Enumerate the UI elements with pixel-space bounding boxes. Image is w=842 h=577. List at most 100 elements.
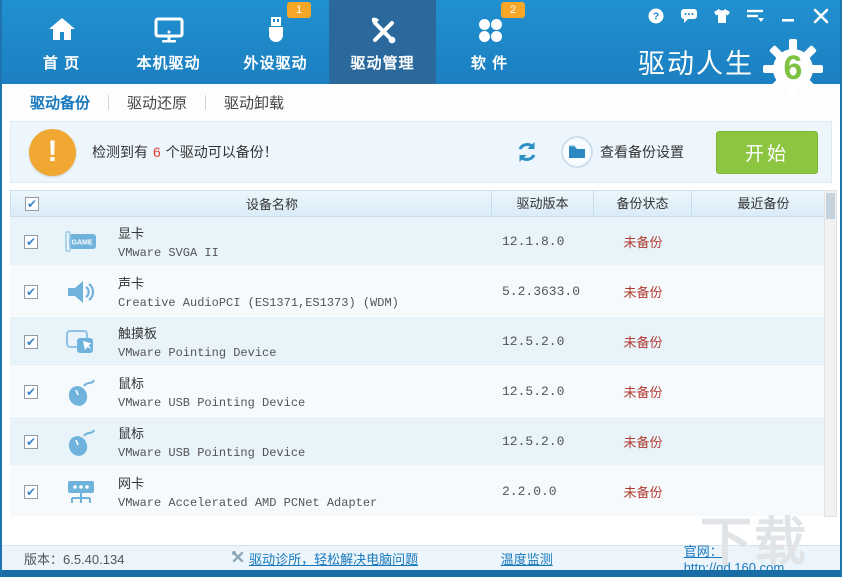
table-row-mouse[interactable]: ✔ 鼠标 VMware USB Pointing Device 12.5.2.0… xyxy=(10,367,836,417)
tab-driver-restore[interactable]: 驱动还原 xyxy=(109,92,205,113)
refresh-icon[interactable] xyxy=(515,140,539,164)
minimize-icon[interactable] xyxy=(779,8,797,24)
start-backup-button[interactable]: 开始 xyxy=(716,131,818,174)
nav-item-software[interactable]: 2 软 件 xyxy=(436,0,543,84)
device-type: 声卡 xyxy=(118,273,399,292)
mouse-icon xyxy=(64,375,98,409)
close-icon[interactable] xyxy=(812,8,830,24)
feedback-icon[interactable] xyxy=(680,8,698,24)
driver-clinic-link[interactable]: 驱动诊所，轻松解决电脑问题 xyxy=(249,549,418,568)
logo-version-number: 6 xyxy=(762,38,824,100)
nav-item-home[interactable]: 首 页 xyxy=(8,0,115,84)
row-checkbox[interactable]: ✔ xyxy=(24,385,38,399)
driver-version: 12.5.2.0 xyxy=(492,317,594,366)
row-checkbox[interactable]: ✔ xyxy=(24,435,38,449)
header-bar: 首 页 本机驱动 1 外设驱动 驱动管理 xyxy=(0,0,842,84)
backup-folder-icon[interactable] xyxy=(561,136,593,168)
column-header-backup-status[interactable]: 备份状态 xyxy=(593,191,691,216)
row-checkbox[interactable]: ✔ xyxy=(24,485,38,499)
help-icon[interactable]: ? xyxy=(647,8,665,24)
touchpad-icon xyxy=(64,325,98,359)
device-type: 触摸板 xyxy=(118,323,276,342)
device-type: 鼠标 xyxy=(118,373,305,392)
nav-label-software: 软 件 xyxy=(471,52,508,73)
nav-label-home: 首 页 xyxy=(43,52,80,73)
column-header-last-backup[interactable]: 最近备份 xyxy=(691,191,835,216)
table-row-graphics-card[interactable]: ✔ GAME 显卡 VMware SVGA II 12.1.8.0 未备份 xyxy=(10,217,836,267)
main-nav: 首 页 本机驱动 1 外设驱动 驱动管理 xyxy=(8,0,543,84)
column-header-driver-version[interactable]: 驱动版本 xyxy=(491,191,593,216)
alert-actions: 查看备份设置 开始 xyxy=(515,131,831,174)
driver-version: 12.1.8.0 xyxy=(492,217,594,266)
driver-version: 2.2.0.0 xyxy=(492,467,594,516)
device-type: 网卡 xyxy=(118,473,377,492)
last-backup xyxy=(692,367,836,416)
backup-status: 未备份 xyxy=(594,467,692,516)
usb-icon xyxy=(260,12,292,48)
table-row-sound-card[interactable]: ✔ 声卡 Creative AudioPCI (ES1371,ES1373) (… xyxy=(10,267,836,317)
scrollbar-thumb[interactable] xyxy=(826,193,835,219)
sub-tab-strip: 驱动备份 驱动还原 驱动卸载 xyxy=(2,84,840,121)
last-backup xyxy=(692,217,836,266)
alert-message-suffix: 个驱动可以备份！ xyxy=(166,144,278,160)
table-header-row: ✔ 设备名称 驱动版本 备份状态 最近备份 xyxy=(10,190,836,217)
app-logo-text: 驱动人生 xyxy=(638,42,754,81)
device-name: VMware Pointing Device xyxy=(118,346,276,360)
table-row-network-card[interactable]: ✔ 网卡 VMware Accelerated AMD PCNet Adapte… xyxy=(10,467,836,517)
backup-status: 未备份 xyxy=(594,417,692,466)
row-checkbox[interactable]: ✔ xyxy=(24,335,38,349)
alert-message: 检测到有6个驱动可以备份！ xyxy=(92,142,278,162)
row-checkbox[interactable]: ✔ xyxy=(24,235,38,249)
app-logo: 驱动人生 xyxy=(638,38,824,84)
view-backup-settings-link[interactable]: 查看备份设置 xyxy=(600,142,684,162)
nav-item-peripheral-drivers[interactable]: 1 外设驱动 xyxy=(222,0,329,84)
driver-count: 6 xyxy=(148,144,166,160)
nav-label-peripheral-drivers: 外设驱动 xyxy=(243,52,307,73)
driver-clinic-group: 驱动诊所，轻松解决电脑问题 xyxy=(231,549,501,568)
nav-label-driver-management: 驱动管理 xyxy=(350,52,414,73)
tools-icon xyxy=(366,12,400,48)
row-checkbox[interactable]: ✔ xyxy=(24,285,38,299)
device-name: Creative AudioPCI (ES1371,ES1373) (WDM) xyxy=(118,296,399,310)
device-name: VMware USB Pointing Device xyxy=(118,396,305,410)
nav-item-local-drivers[interactable]: 本机驱动 xyxy=(115,0,222,84)
mouse-icon xyxy=(64,425,98,459)
device-type: 鼠标 xyxy=(118,423,305,442)
network-card-icon xyxy=(64,475,98,509)
tab-driver-uninstall[interactable]: 驱动卸载 xyxy=(206,92,302,113)
device-name: VMware SVGA II xyxy=(118,246,219,260)
footer-bar: 版本：6.5.40.134 驱动诊所，轻松解决电脑问题 温度监测 官网：http… xyxy=(2,545,840,570)
table-row-mouse[interactable]: ✔ 鼠标 VMware USB Pointing Device 12.5.2.0… xyxy=(10,417,836,467)
nav-label-local-drivers: 本机驱动 xyxy=(136,52,200,73)
clinic-tools-icon xyxy=(231,550,245,567)
svg-text:?: ? xyxy=(653,12,659,23)
device-name: VMware USB Pointing Device xyxy=(118,446,305,460)
nav-item-driver-management[interactable]: 驱动管理 xyxy=(329,0,436,84)
warning-icon: ! xyxy=(29,129,76,176)
temperature-monitor-link[interactable]: 温度监测 xyxy=(501,552,553,567)
table-scrollbar[interactable] xyxy=(824,190,837,517)
backup-status: 未备份 xyxy=(594,267,692,316)
home-icon xyxy=(46,12,78,48)
driver-version: 12.5.2.0 xyxy=(492,367,594,416)
monitor-icon xyxy=(152,12,186,48)
tab-driver-backup[interactable]: 驱动备份 xyxy=(12,92,108,113)
app-window: 首 页 本机驱动 1 外设驱动 驱动管理 xyxy=(0,0,842,577)
apps-icon xyxy=(474,12,506,48)
device-name: VMware Accelerated AMD PCNet Adapter xyxy=(118,496,377,510)
svg-text:GAME: GAME xyxy=(72,239,93,246)
table-row-touchpad[interactable]: ✔ 触摸板 VMware Pointing Device 12.5.2.0 未备… xyxy=(10,317,836,367)
select-all-checkbox[interactable]: ✔ xyxy=(25,197,39,211)
alert-message-prefix: 检测到有 xyxy=(92,144,148,160)
menu-icon[interactable] xyxy=(746,8,764,24)
backup-status: 未备份 xyxy=(594,217,692,266)
sound-card-icon xyxy=(64,275,98,309)
software-badge-count: 2 xyxy=(501,2,525,18)
last-backup xyxy=(692,417,836,466)
driver-version: 12.5.2.0 xyxy=(492,417,594,466)
window-controls: ? xyxy=(647,8,830,24)
device-type: 显卡 xyxy=(118,223,219,242)
column-header-device-name[interactable]: 设备名称 xyxy=(53,194,491,213)
skin-icon[interactable] xyxy=(713,8,731,24)
peripheral-badge-count: 1 xyxy=(287,2,311,18)
